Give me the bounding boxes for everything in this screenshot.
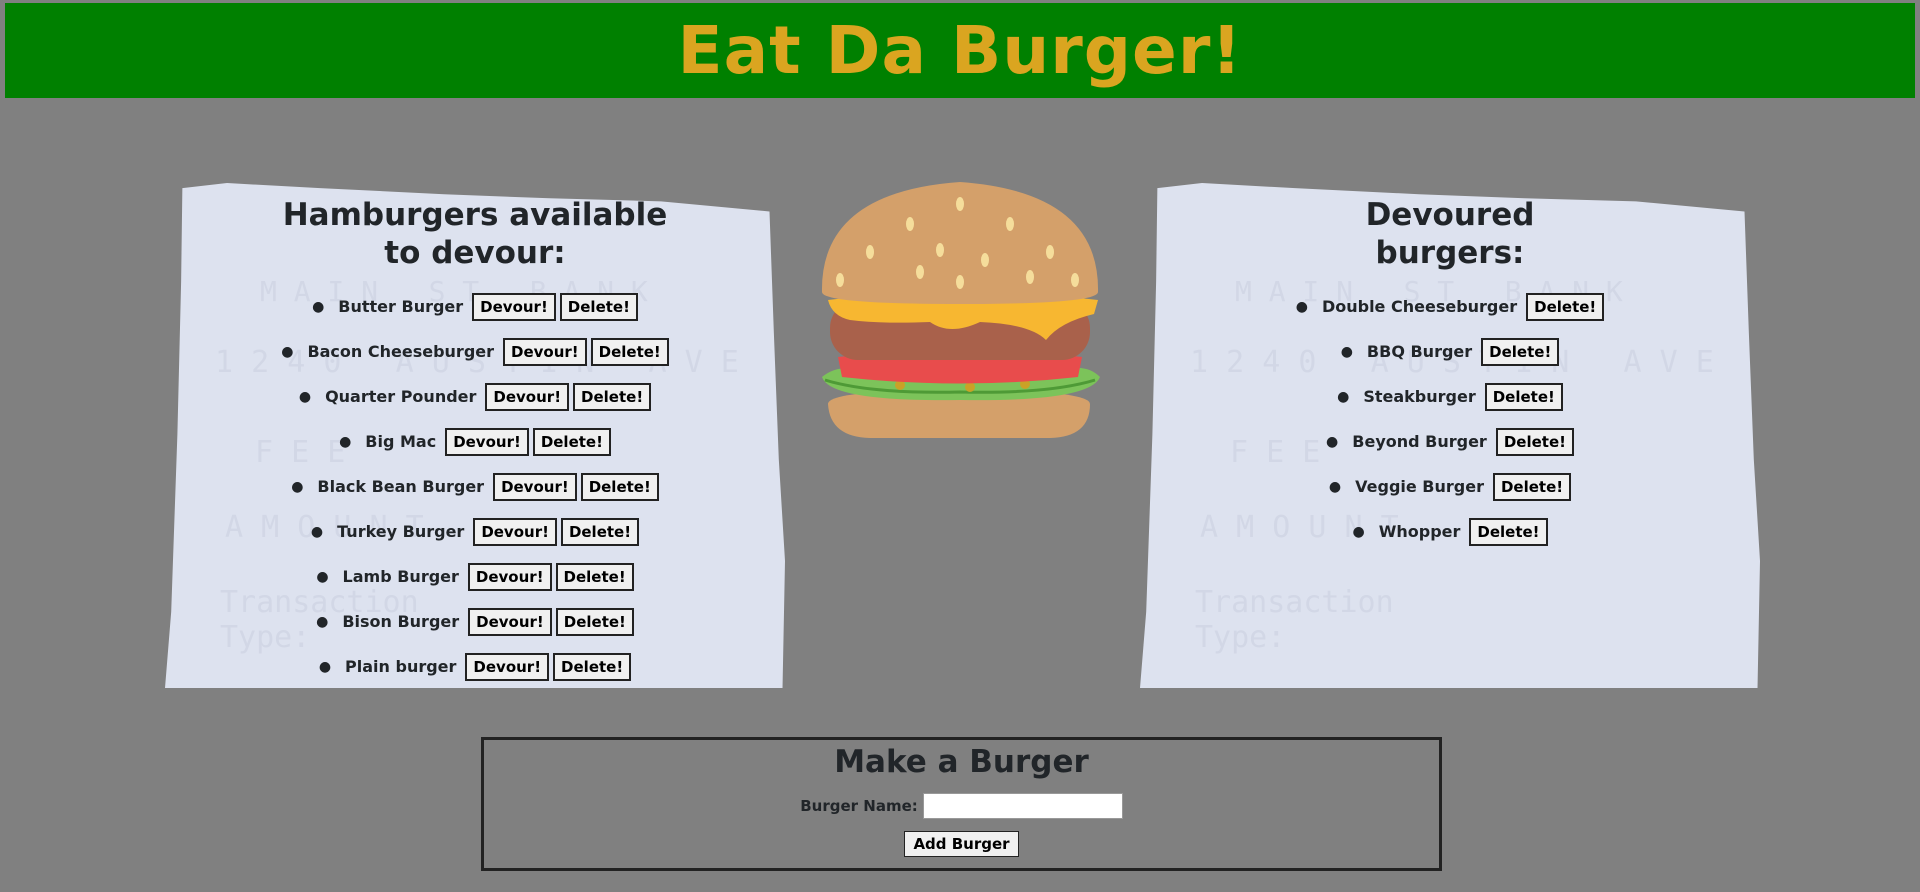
devour-button[interactable]: Devour! bbox=[468, 607, 552, 636]
burger-name: Veggie Burger bbox=[1355, 477, 1484, 496]
devoured-burger-item: ● BBQ Burger Delete! bbox=[1140, 329, 1760, 374]
burger-name: Double Cheeseburger bbox=[1321, 297, 1518, 316]
devour-button[interactable]: Devour! bbox=[493, 472, 577, 501]
bullet-icon: ● bbox=[1328, 478, 1342, 495]
available-burgers-panel: M A I N S T B A N K 1 2 4 0 A U S T I N … bbox=[165, 183, 785, 688]
delete-button[interactable]: Delete! bbox=[1469, 517, 1548, 546]
bullet-icon: ● bbox=[1340, 343, 1353, 360]
bullet-icon: ● bbox=[316, 568, 329, 585]
devoured-burger-item: ● Steakburger Delete! bbox=[1140, 374, 1760, 419]
available-burger-item: ● Butter Burger Devour! Delete! bbox=[165, 284, 785, 329]
page-title: Eat Da Burger! bbox=[677, 11, 1243, 89]
devoured-burger-item: ● Whopper Delete! bbox=[1140, 509, 1760, 554]
burger-name: Big Mac bbox=[365, 432, 437, 451]
devour-button[interactable]: Devour! bbox=[445, 427, 529, 456]
delete-button[interactable]: Delete! bbox=[559, 292, 638, 321]
bullet-icon: ● bbox=[298, 388, 312, 405]
delete-button[interactable]: Delete! bbox=[590, 337, 669, 366]
devour-button[interactable]: Devour! bbox=[465, 652, 550, 681]
delete-button[interactable]: Delete! bbox=[573, 382, 652, 411]
devoured-burger-item: ● Beyond Burger Delete! bbox=[1140, 419, 1760, 464]
burger-name: Bacon Cheeseburger bbox=[307, 342, 495, 361]
delete-button[interactable]: Delete! bbox=[580, 472, 659, 501]
burger-name: Steakburger bbox=[1363, 387, 1476, 406]
delete-button[interactable]: Delete! bbox=[555, 607, 634, 636]
delete-button[interactable]: Delete! bbox=[1495, 427, 1574, 456]
form-title: Make a Burger bbox=[834, 744, 1089, 780]
bullet-icon: ● bbox=[1352, 523, 1365, 540]
burger-name: Butter Burger bbox=[338, 297, 464, 316]
burger-name: Beyond Burger bbox=[1352, 432, 1487, 451]
burger-name: Turkey Burger bbox=[337, 522, 465, 541]
add-burger-button[interactable]: Add Burger bbox=[904, 831, 1019, 857]
burger-name-row: Burger Name: bbox=[484, 793, 1439, 819]
devoured-burger-list: ● Double Cheeseburger Delete! ● BBQ Burger De… bbox=[1140, 284, 1760, 554]
available-burger-item: ● Bison Burger Devour! Delete! bbox=[165, 599, 785, 644]
burger-name-input[interactable] bbox=[922, 793, 1123, 819]
available-burger-item: ● Turkey Burger Devour! Delete! bbox=[165, 509, 785, 554]
delete-button[interactable]: Delete! bbox=[1481, 337, 1560, 366]
devoured-title: Devoured burgers: bbox=[1365, 197, 1535, 271]
devoured-burger-item: ● Veggie Burger Delete! bbox=[1140, 464, 1760, 509]
devour-button[interactable]: Devour! bbox=[503, 337, 587, 366]
page-header: Eat Da Burger! bbox=[5, 3, 1915, 98]
delete-button[interactable]: Delete! bbox=[532, 427, 611, 456]
bullet-icon: ● bbox=[339, 433, 352, 450]
burger-name: BBQ Burger bbox=[1366, 342, 1473, 361]
devour-button[interactable]: Devour! bbox=[485, 382, 570, 411]
bullet-icon: ● bbox=[312, 298, 325, 315]
available-burger-item: ● Quarter Pounder Devour! Delete! bbox=[165, 374, 785, 419]
devour-button[interactable]: Devour! bbox=[473, 517, 557, 546]
burger-name: Whopper bbox=[1378, 522, 1461, 541]
delete-button[interactable]: Delete! bbox=[553, 652, 632, 681]
burger-illustration bbox=[821, 182, 1100, 438]
bullet-icon: ● bbox=[1326, 433, 1339, 450]
bullet-icon: ● bbox=[1295, 298, 1308, 315]
bullet-icon: ● bbox=[318, 658, 332, 675]
burger-name: Black Bean Burger bbox=[317, 477, 485, 496]
available-burger-list: ● Butter Burger Devour! Delete! ● Bacon Chees… bbox=[165, 284, 785, 688]
delete-button[interactable]: Delete! bbox=[560, 517, 640, 546]
burger-name: Quarter Pounder bbox=[325, 387, 477, 406]
bullet-icon: ● bbox=[316, 613, 329, 630]
available-burger-item: ● Big Mac Devour! Delete! bbox=[165, 419, 785, 464]
bullet-icon: ● bbox=[281, 343, 294, 360]
burger-name: Lamb Burger bbox=[342, 567, 459, 586]
make-burger-form: Make a Burger Burger Name: Add Burger bbox=[481, 737, 1442, 871]
delete-button[interactable]: Delete! bbox=[1492, 472, 1572, 501]
available-title: Hamburgers available to devour: bbox=[282, 197, 668, 271]
delete-button[interactable]: Delete! bbox=[1526, 292, 1605, 321]
bullet-icon: ● bbox=[291, 478, 304, 495]
delete-button[interactable]: Delete! bbox=[1484, 382, 1563, 411]
devoured-burger-item: ● Double Cheeseburger Delete! bbox=[1140, 284, 1760, 329]
available-burger-item: ● Plain burger Devour! Delete! bbox=[165, 644, 785, 688]
devoured-burgers-panel: M A I N S T B A N K 1 2 4 0 A U S T I N … bbox=[1140, 183, 1760, 688]
available-burger-item: ● Black Bean Burger Devour! Delete! bbox=[165, 464, 785, 509]
burger-name-label: Burger Name: bbox=[800, 797, 918, 815]
available-burger-item: ● Bacon Cheeseburger Devour! Delete! bbox=[165, 329, 785, 374]
burger-name: Bison Burger bbox=[342, 612, 460, 631]
devour-button[interactable]: Devour! bbox=[467, 562, 552, 591]
available-burger-item: ● Lamb Burger Devour! Delete! bbox=[165, 554, 785, 599]
devour-button[interactable]: Devour! bbox=[472, 292, 556, 321]
bullet-icon: ● bbox=[1337, 388, 1350, 405]
burger-name: Plain burger bbox=[345, 657, 457, 676]
bullet-icon: ● bbox=[310, 523, 324, 540]
delete-button[interactable]: Delete! bbox=[555, 562, 634, 591]
